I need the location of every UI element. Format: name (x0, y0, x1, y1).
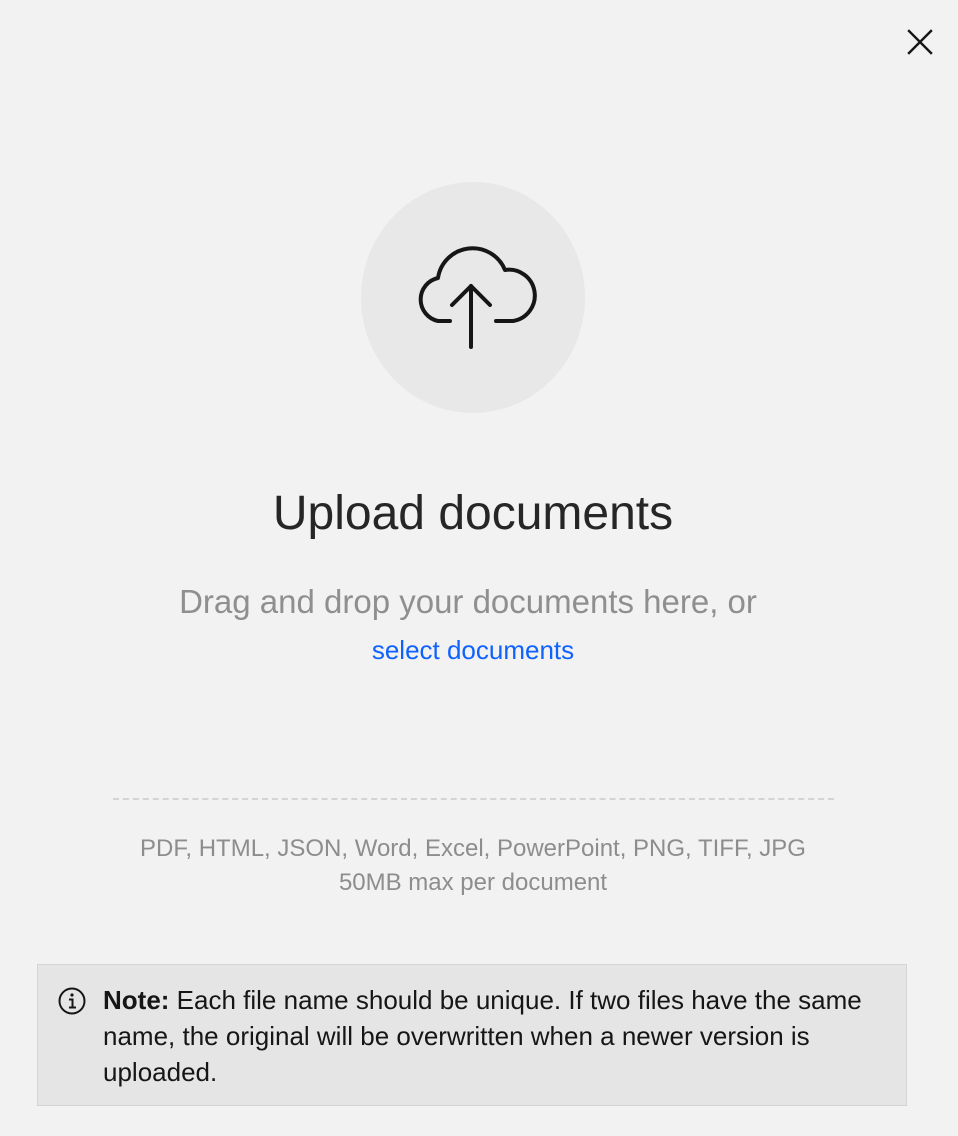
note-body: Each file name should be unique. If two … (103, 985, 862, 1087)
upload-title: Upload documents (272, 487, 674, 540)
supported-formats: PDF, HTML, JSON, Word, Excel, PowerPoint… (140, 835, 806, 862)
drag-drop-instructions: Drag and drop your documents here, or (179, 583, 757, 620)
note-label: Note: (103, 985, 170, 1015)
cloud-upload-icon (418, 245, 537, 349)
info-icon (58, 987, 86, 1015)
select-documents-link[interactable]: select documents (0, 634, 946, 666)
note-text: Note: Each file name should be unique. I… (103, 982, 893, 1090)
note-banner: Note: Each file name should be unique. I… (37, 964, 907, 1106)
upload-icon-container (361, 182, 585, 413)
dashed-divider (113, 798, 834, 800)
max-size-info: 50MB max per document (338, 869, 608, 896)
close-button[interactable] (900, 22, 940, 62)
close-icon (907, 29, 933, 55)
